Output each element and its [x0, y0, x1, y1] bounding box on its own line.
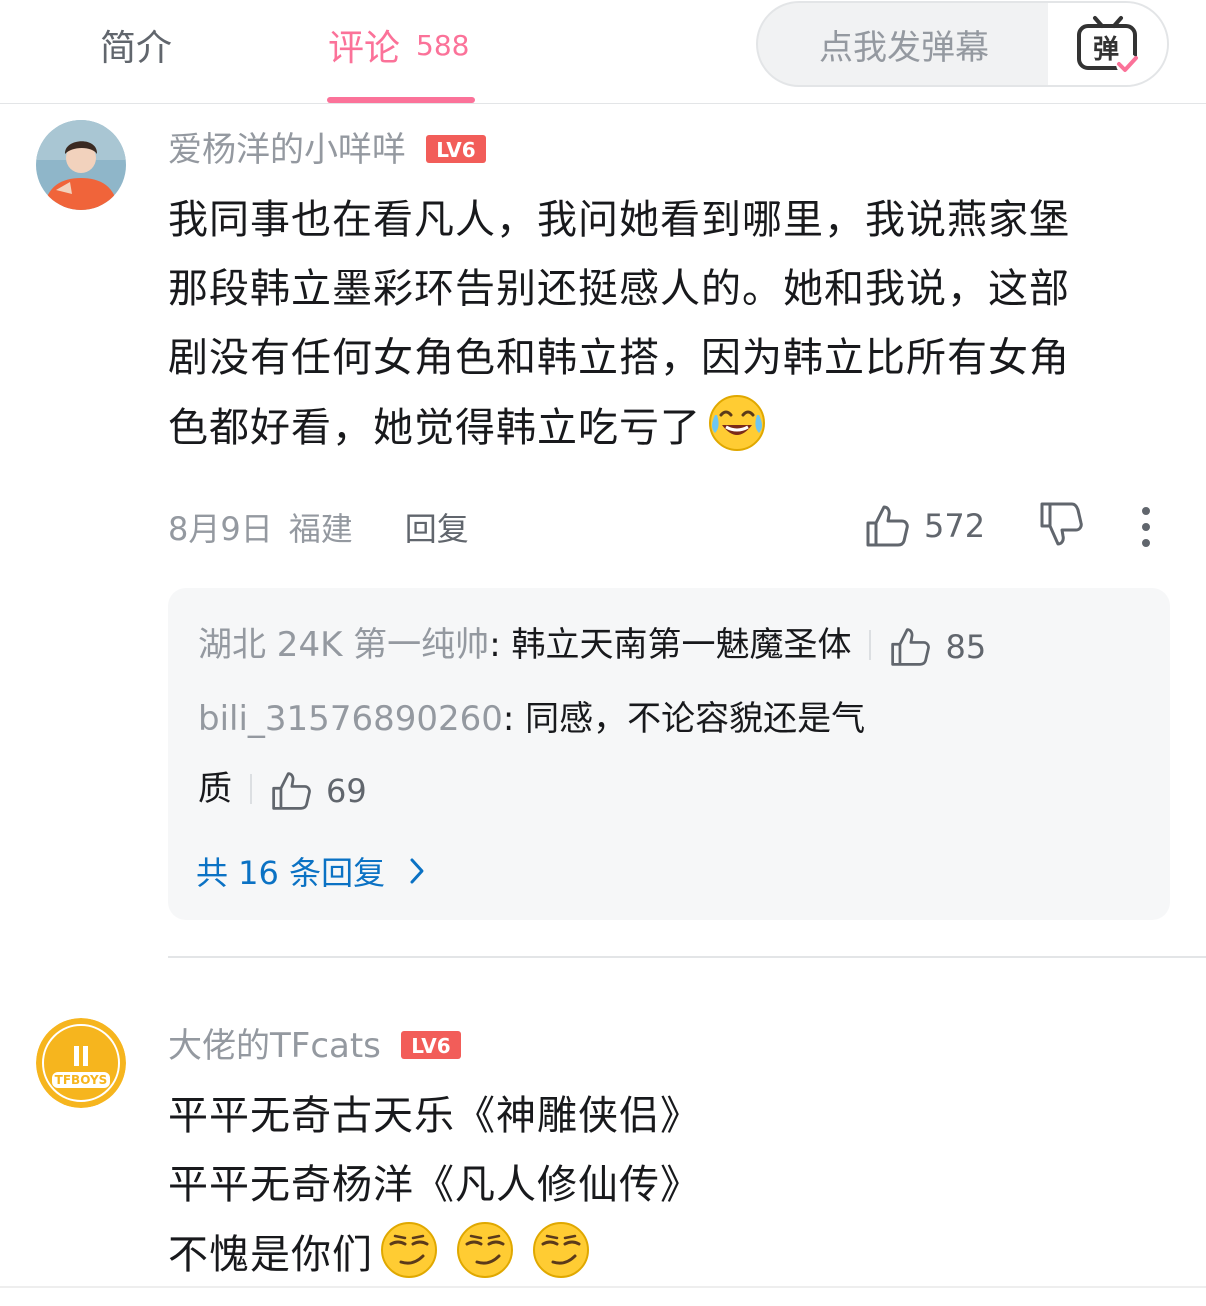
danmaku-input[interactable]: 点我发弹幕: [758, 3, 1050, 85]
thumbs-up-icon: [272, 771, 311, 810]
dislike-button[interactable]: [1038, 500, 1084, 554]
separator: [250, 774, 252, 804]
tfboys-avatar-image: TFBOYS: [36, 1018, 126, 1108]
content-line: 不愧是你们: [168, 1232, 373, 1278]
avatar[interactable]: TFBOYS: [36, 1018, 126, 1108]
danmaku-toggle-button[interactable]: 弹: [1048, 3, 1167, 85]
level-text: LV6: [436, 138, 475, 162]
comment-date: 8月9日: [168, 510, 273, 548]
more-options-icon[interactable]: [1134, 502, 1158, 552]
reply-like-count: 85: [945, 627, 987, 666]
tears-of-joy-emoji: [709, 395, 765, 451]
smirk-emoji: [457, 1222, 513, 1278]
reply-username[interactable]: bili_31576890260: [198, 699, 503, 739]
view-all-replies-link[interactable]: 共 16 条回复: [196, 846, 425, 896]
like-button[interactable]: 572: [864, 498, 985, 554]
comment-username[interactable]: 大佬的TFcats LV6: [168, 1018, 461, 1066]
chevron-right-icon: [410, 858, 424, 884]
reply-text: 质: [198, 769, 232, 809]
level-badge-icon: LV6: [400, 1028, 461, 1059]
content-line: 那段韩立墨彩环告别还挺感人的。她和我说，这部: [168, 266, 1070, 312]
thumbs-down-icon: [1040, 502, 1083, 546]
danmaku-tv-icon: 弹: [1076, 16, 1138, 74]
reply-like[interactable]: 85: [889, 612, 986, 682]
reply-item[interactable]: 湖北 24K 第一纯帅: 韩立天南第一魅魔圣体 85: [198, 610, 986, 682]
content-line: 平平无奇古天乐《神雕侠侣》: [168, 1093, 701, 1139]
tab-intro[interactable]: 简介: [100, 20, 172, 70]
like-count: 572: [924, 507, 986, 545]
content-line: 我同事也在看凡人，我问她看到哪里，我说燕家堡: [168, 197, 1070, 243]
smirk-emoji: [381, 1222, 437, 1278]
avatar-text: TFBOYS: [55, 1073, 108, 1087]
username-text: 大佬的TFcats: [168, 1025, 381, 1066]
comment-meta: 8月9日 福建 回复: [168, 500, 469, 554]
avatar[interactable]: [36, 120, 126, 210]
tab-comments-label: 评论: [328, 28, 401, 69]
thumbs-up-icon: [891, 627, 931, 666]
reply-like-count: 69: [326, 771, 367, 810]
comment-content: 平平无奇古天乐《神雕侠侣》 平平无奇杨洋《凡人修仙传》 不愧是你们: [168, 1082, 701, 1290]
tab-intro-label: 简介: [100, 28, 173, 69]
tab-comments[interactable]: 评论 588: [328, 20, 469, 70]
reply-like[interactable]: 69: [270, 756, 367, 826]
comment-divider: [168, 956, 1206, 958]
level-badge-icon: LV6: [426, 132, 486, 163]
reply-preview-box[interactable]: 湖北 24K 第一纯帅: 韩立天南第一魅魔圣体 85 bili_315768902…: [168, 588, 1170, 920]
reply-username[interactable]: 湖北 24K 第一纯帅: [198, 625, 489, 665]
comment-location: 福建: [288, 510, 353, 548]
top-tab-bar: 简介 评论 588 点我发弹幕 弹: [0, 0, 1206, 104]
level-text: LV6: [411, 1034, 450, 1058]
comment-username[interactable]: 爱杨洋的小咩咩 LV6: [168, 122, 486, 170]
reply-text: 韩立天南第一魅魔圣体: [511, 625, 852, 665]
danmaku-toggle-text: 弹: [1092, 35, 1118, 65]
user-avatar-image: [36, 120, 126, 210]
reply-text: 同感，不论容貌还是气: [525, 699, 866, 739]
smirk-emoji: [533, 1222, 589, 1278]
danmaku-bar: 点我发弹幕 弹: [756, 1, 1169, 87]
separator: [869, 630, 872, 660]
reply-item[interactable]: bili_31576890260: 同感，不论容貌还是气: [198, 684, 865, 754]
active-tab-indicator: [327, 97, 475, 103]
reply-button[interactable]: 回复: [405, 504, 469, 550]
thumbs-up-icon: [866, 505, 909, 547]
more-replies-label: 共 16 条回复: [196, 854, 386, 892]
username-text: 爱杨洋的小咩咩: [168, 129, 406, 170]
content-line: 剧没有任何女角色和韩立搭，因为韩立比所有女角: [168, 335, 1070, 381]
content-line: 平平无奇杨洋《凡人修仙传》: [168, 1162, 701, 1208]
content-line: 色都好看，她觉得韩立吃亏了: [168, 405, 701, 451]
bottom-divider: [0, 1286, 1206, 1288]
reply-item-continued[interactable]: 质 69: [198, 754, 367, 826]
comments-count: 588: [416, 28, 470, 62]
comment-content: 我同事也在看凡人，我问她看到哪里，我说燕家堡 那段韩立墨彩环告别还挺感人的。她和…: [168, 186, 1070, 463]
